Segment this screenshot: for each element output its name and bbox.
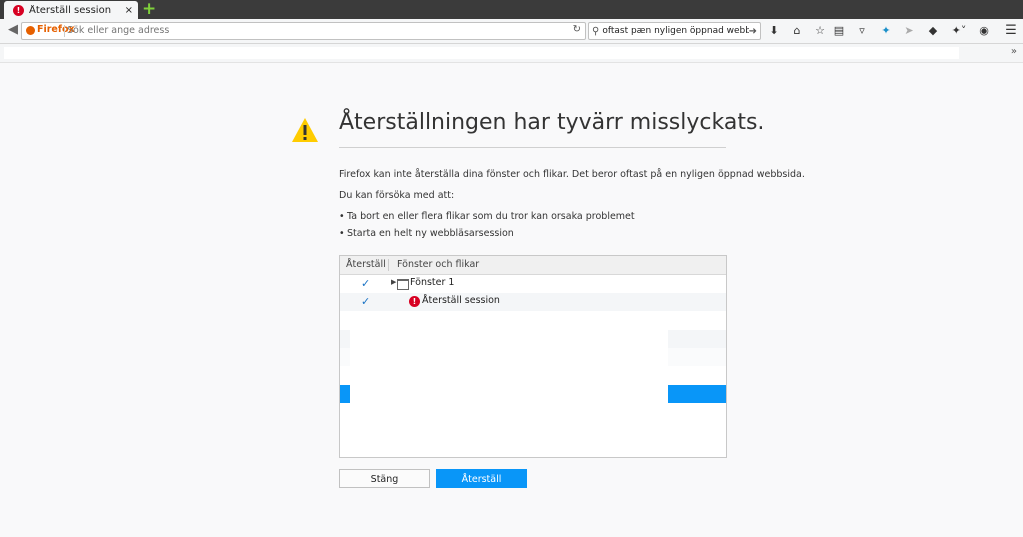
home-icon[interactable]: ⌂ xyxy=(789,23,805,39)
suggestion-item: • Starta en helt ny webbläsarsession xyxy=(339,228,514,239)
page-title: Återställningen har tyvärr misslyckats. xyxy=(339,110,765,135)
search-bar[interactable]: ⚲ oftast pæn nyligen öppnad webbsida. ➜ xyxy=(588,22,761,40)
try-intro: Du kan försöka med att: xyxy=(339,190,455,201)
column-divider xyxy=(388,259,389,271)
tab-restore-session[interactable]: ! Återställ session × xyxy=(4,1,138,19)
search-go-icon[interactable]: ➜ xyxy=(749,26,757,37)
error-icon: ! xyxy=(13,4,24,16)
close-button[interactable]: Stäng xyxy=(339,469,430,488)
suggestion-item: • Ta bort en eller flera flikar som du tr… xyxy=(339,211,635,222)
back-arrow-icon[interactable]: ◀ xyxy=(6,23,20,37)
session-tree[interactable]: Återställ Fönster och flikar ✓ ▶ Fönster… xyxy=(339,255,727,458)
restore-button[interactable]: Återställ xyxy=(436,469,527,488)
bookmarks-area xyxy=(4,47,959,59)
download-icon[interactable]: ⬇ xyxy=(766,23,782,39)
error-icon: ! xyxy=(409,296,420,307)
address-input[interactable] xyxy=(67,23,562,38)
checkmark-icon[interactable]: ✓ xyxy=(361,295,370,308)
url-separator xyxy=(64,25,65,37)
tree-header: Återställ Fönster och flikar xyxy=(340,256,726,275)
overflow-chevron-icon[interactable]: » xyxy=(1011,46,1017,57)
expand-arrow-icon[interactable]: ▶ xyxy=(391,278,396,286)
pocket-icon[interactable]: ▿ xyxy=(854,23,870,39)
error-description: Firefox kan inte återställa dina fönster… xyxy=(339,169,805,180)
search-input[interactable]: oftast pæn nyligen öppnad webbsida. xyxy=(602,26,748,36)
new-tab-button[interactable]: + xyxy=(142,1,156,18)
bookmark-star-icon[interactable]: ☆ xyxy=(812,23,828,39)
firefox-logo-icon xyxy=(26,26,35,35)
reload-icon[interactable]: ↻ xyxy=(573,24,581,35)
extension-icon[interactable]: ✦ xyxy=(878,23,894,39)
title-divider xyxy=(339,147,726,148)
tree-blank-area xyxy=(350,316,668,457)
windows-tabs-column-header[interactable]: Fönster och flikar xyxy=(397,259,479,270)
clipboard-icon[interactable]: ▤ xyxy=(831,23,847,39)
chat-icon[interactable]: ◉ xyxy=(976,23,992,39)
url-bar[interactable]: Firefox ↻ xyxy=(21,22,586,40)
tree-row-tab[interactable]: ✓ ! Återställ session xyxy=(340,293,726,311)
addon-icon[interactable]: ◆ xyxy=(925,23,941,39)
send-icon[interactable]: ➤ xyxy=(901,23,917,39)
search-icon: ⚲ xyxy=(592,25,600,37)
nav-bar: ◀ Firefox ↻ ⚲ oftast pæn nyligen öppnad … xyxy=(0,19,1023,44)
close-tab-icon[interactable]: × xyxy=(125,5,133,16)
checkmark-icon[interactable]: ✓ xyxy=(361,277,370,290)
restore-column-header[interactable]: Återställ xyxy=(346,259,386,270)
warning-icon xyxy=(292,118,318,142)
suggestion-text: Ta bort en eller flera flikar som du tro… xyxy=(347,211,635,222)
window-icon xyxy=(397,279,409,290)
tree-row-window[interactable]: ✓ ▶ Fönster 1 xyxy=(340,275,726,293)
menu-icon[interactable]: ☰ xyxy=(1003,23,1019,39)
tab-strip: ! Återställ session × + xyxy=(0,0,1023,19)
tab-title: Återställ session xyxy=(29,4,112,16)
tab-label: Återställ session xyxy=(422,295,500,306)
bookmarks-toolbar: » xyxy=(0,44,1023,63)
addon-menu-icon[interactable]: ✦˅ xyxy=(947,23,971,39)
window-label: Fönster 1 xyxy=(410,277,455,288)
suggestion-text: Starta en helt ny webbläsarsession xyxy=(347,228,514,239)
